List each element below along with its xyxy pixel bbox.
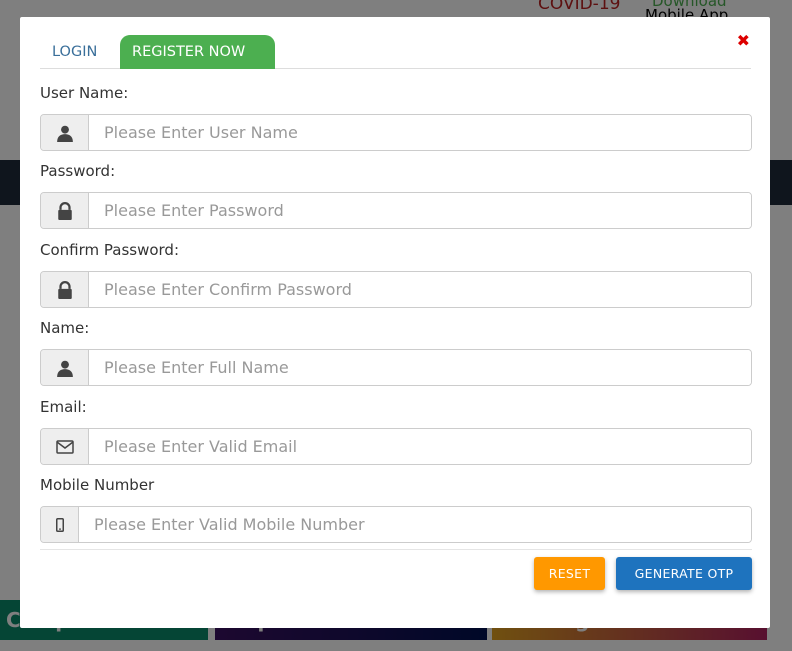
confirm-password-label: Confirm Password:: [40, 241, 180, 259]
footer-divider: [40, 549, 752, 550]
full-name-input[interactable]: [89, 350, 751, 385]
name-group: [40, 349, 752, 386]
register-modal: LOGIN REGISTER NOW ✖ User Name: Password…: [20, 17, 770, 628]
lock-icon: [41, 272, 89, 307]
mobile-label: Mobile Number: [40, 476, 155, 494]
envelope-icon: [41, 429, 89, 464]
tab-register-now[interactable]: REGISTER NOW: [120, 35, 275, 69]
user-icon: [41, 350, 89, 385]
email-input[interactable]: [89, 429, 751, 464]
tab-login[interactable]: LOGIN: [40, 35, 109, 69]
generate-otp-button[interactable]: GENERATE OTP: [616, 557, 752, 590]
confirm-password-group: [40, 271, 752, 308]
username-label: User Name:: [40, 84, 129, 102]
close-icon[interactable]: ✖: [737, 31, 750, 50]
mobile-group: [40, 506, 752, 543]
username-group: [40, 114, 752, 151]
mobile-input[interactable]: [79, 507, 751, 542]
email-label: Email:: [40, 398, 87, 416]
password-group: [40, 192, 752, 229]
reset-button[interactable]: RESET: [534, 557, 605, 590]
user-icon: [41, 115, 89, 150]
tab-bar: LOGIN REGISTER NOW: [40, 35, 751, 69]
confirm-password-input[interactable]: [89, 272, 751, 307]
lock-icon: [41, 193, 89, 228]
mobile-icon: [41, 507, 79, 542]
username-input[interactable]: [89, 115, 751, 150]
password-label: Password:: [40, 162, 116, 180]
password-input[interactable]: [89, 193, 751, 228]
email-group: [40, 428, 752, 465]
name-label: Name:: [40, 319, 90, 337]
